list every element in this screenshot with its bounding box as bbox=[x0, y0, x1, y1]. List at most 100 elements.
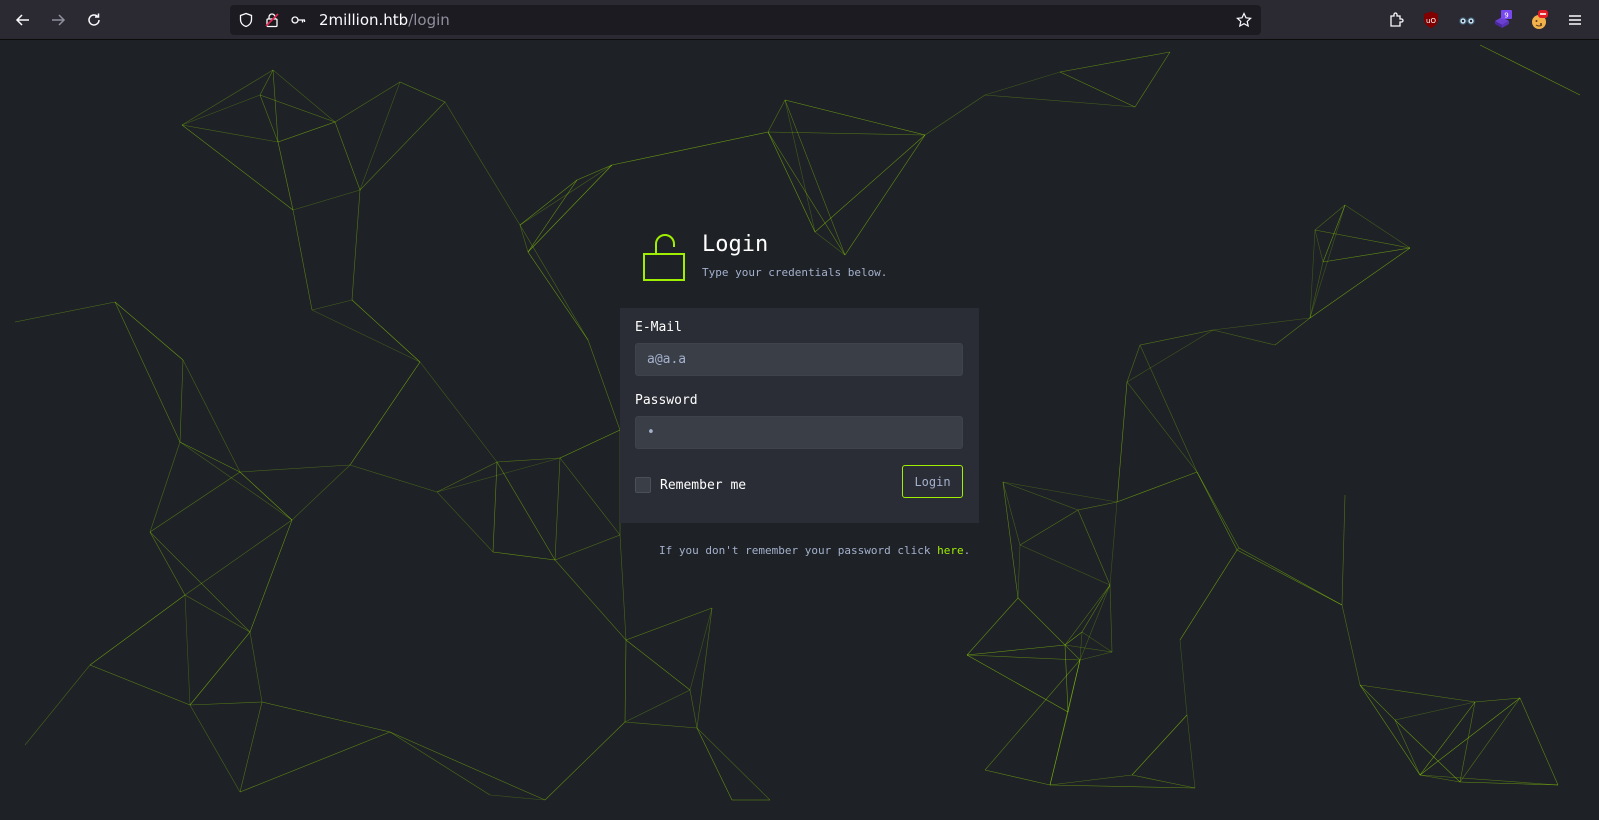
password-input[interactable] bbox=[635, 416, 963, 449]
network-line bbox=[419, 361, 498, 463]
network-line bbox=[966, 654, 1069, 713]
network-line bbox=[359, 101, 446, 191]
cookie-extension-icon[interactable] bbox=[1529, 10, 1549, 30]
network-line bbox=[619, 534, 627, 641]
network-line bbox=[492, 551, 556, 561]
network-line bbox=[1002, 481, 1079, 511]
network-line bbox=[1131, 774, 1196, 789]
network-line bbox=[389, 731, 546, 801]
insecure-lock-icon[interactable] bbox=[264, 12, 280, 28]
network-line bbox=[1359, 684, 1396, 721]
network-line bbox=[1196, 471, 1240, 549]
network-line bbox=[496, 461, 556, 561]
network-line bbox=[149, 531, 251, 633]
glasses-extension-icon[interactable] bbox=[1457, 10, 1477, 30]
ublock-origin-icon[interactable]: uO bbox=[1421, 10, 1441, 30]
network-line bbox=[311, 309, 421, 363]
network-line bbox=[1394, 701, 1476, 721]
network-line bbox=[184, 594, 191, 706]
network-line bbox=[576, 164, 613, 181]
forward-button[interactable] bbox=[44, 6, 72, 34]
network-line bbox=[984, 71, 1061, 96]
network-line bbox=[625, 607, 713, 641]
network-line bbox=[984, 659, 1081, 771]
app-menu-button[interactable] bbox=[1561, 6, 1589, 34]
network-line bbox=[444, 101, 521, 226]
page-subtitle: Type your credentials below. bbox=[702, 266, 888, 279]
url-text[interactable]: 2million.htb/login bbox=[319, 11, 450, 29]
network-line bbox=[1116, 471, 1198, 503]
network-line bbox=[149, 531, 186, 596]
network-line bbox=[249, 631, 263, 703]
network-line bbox=[1394, 719, 1461, 783]
network-line bbox=[924, 94, 986, 136]
network-line bbox=[239, 731, 391, 793]
network-line bbox=[1049, 784, 1196, 789]
network-line bbox=[519, 179, 578, 226]
network-line bbox=[1179, 639, 1188, 716]
network-line bbox=[1049, 774, 1133, 786]
network-line bbox=[1519, 697, 1559, 786]
network-line bbox=[1419, 697, 1521, 776]
network-line bbox=[239, 464, 351, 473]
network-line bbox=[1064, 644, 1113, 653]
network-line bbox=[624, 689, 691, 723]
remember-me-label: Remember me bbox=[660, 478, 747, 493]
network-line bbox=[1236, 547, 1240, 551]
puzzle-extensions-icon[interactable] bbox=[1386, 10, 1406, 30]
back-button[interactable] bbox=[9, 6, 37, 34]
email-input[interactable] bbox=[635, 343, 963, 376]
network-line bbox=[349, 464, 438, 493]
network-line bbox=[351, 299, 421, 363]
forgot-password-prefix: If you don't remember your password clic… bbox=[659, 544, 938, 557]
network-line bbox=[349, 361, 421, 466]
network-line bbox=[559, 429, 621, 459]
network-line bbox=[1077, 509, 1111, 586]
network-line bbox=[292, 189, 361, 211]
network-line bbox=[767, 131, 926, 136]
network-line bbox=[179, 441, 241, 473]
network-line bbox=[1126, 329, 1214, 383]
network-line bbox=[179, 441, 293, 521]
network-line bbox=[14, 301, 116, 323]
network-line bbox=[554, 534, 621, 561]
network-line bbox=[527, 179, 578, 253]
network-line bbox=[399, 81, 446, 103]
forgot-password-link[interactable]: here bbox=[937, 544, 964, 557]
network-line bbox=[311, 299, 353, 311]
login-button[interactable]: Login bbox=[902, 465, 963, 498]
login-header: Login Type your credentials below. bbox=[643, 232, 1003, 292]
network-line bbox=[1341, 494, 1346, 606]
purple-box-extension-icon[interactable]: 9 bbox=[1493, 10, 1513, 30]
network-line bbox=[1134, 51, 1171, 108]
network-line bbox=[1459, 697, 1521, 783]
hamburger-menu-icon bbox=[1569, 15, 1581, 25]
network-line bbox=[1079, 584, 1111, 661]
network-line bbox=[527, 251, 589, 341]
network-line bbox=[1049, 659, 1081, 786]
reload-button[interactable] bbox=[80, 6, 108, 34]
key-icon[interactable] bbox=[290, 12, 306, 28]
network-line bbox=[625, 639, 691, 691]
network-line bbox=[1139, 344, 1198, 473]
network-line bbox=[149, 471, 241, 533]
network-line bbox=[1017, 597, 1066, 646]
network-line bbox=[184, 594, 251, 633]
network-line bbox=[181, 69, 274, 126]
network-line bbox=[436, 491, 494, 553]
network-line bbox=[1131, 714, 1188, 776]
network-line bbox=[1064, 644, 1081, 661]
remember-me-checkbox[interactable] bbox=[635, 477, 651, 493]
network-line bbox=[1109, 584, 1113, 653]
network-line bbox=[984, 769, 1051, 786]
network-line bbox=[389, 731, 491, 796]
network-line bbox=[1179, 549, 1238, 641]
network-line bbox=[436, 461, 498, 493]
address-bar[interactable]: 2million.htb/login bbox=[230, 5, 1261, 35]
network-line bbox=[1019, 544, 1111, 586]
network-line bbox=[1236, 549, 1343, 606]
bookmark-star-icon[interactable] bbox=[1236, 12, 1252, 28]
network-line bbox=[966, 597, 1019, 656]
network-line bbox=[1002, 481, 1118, 503]
network-line bbox=[272, 69, 336, 123]
